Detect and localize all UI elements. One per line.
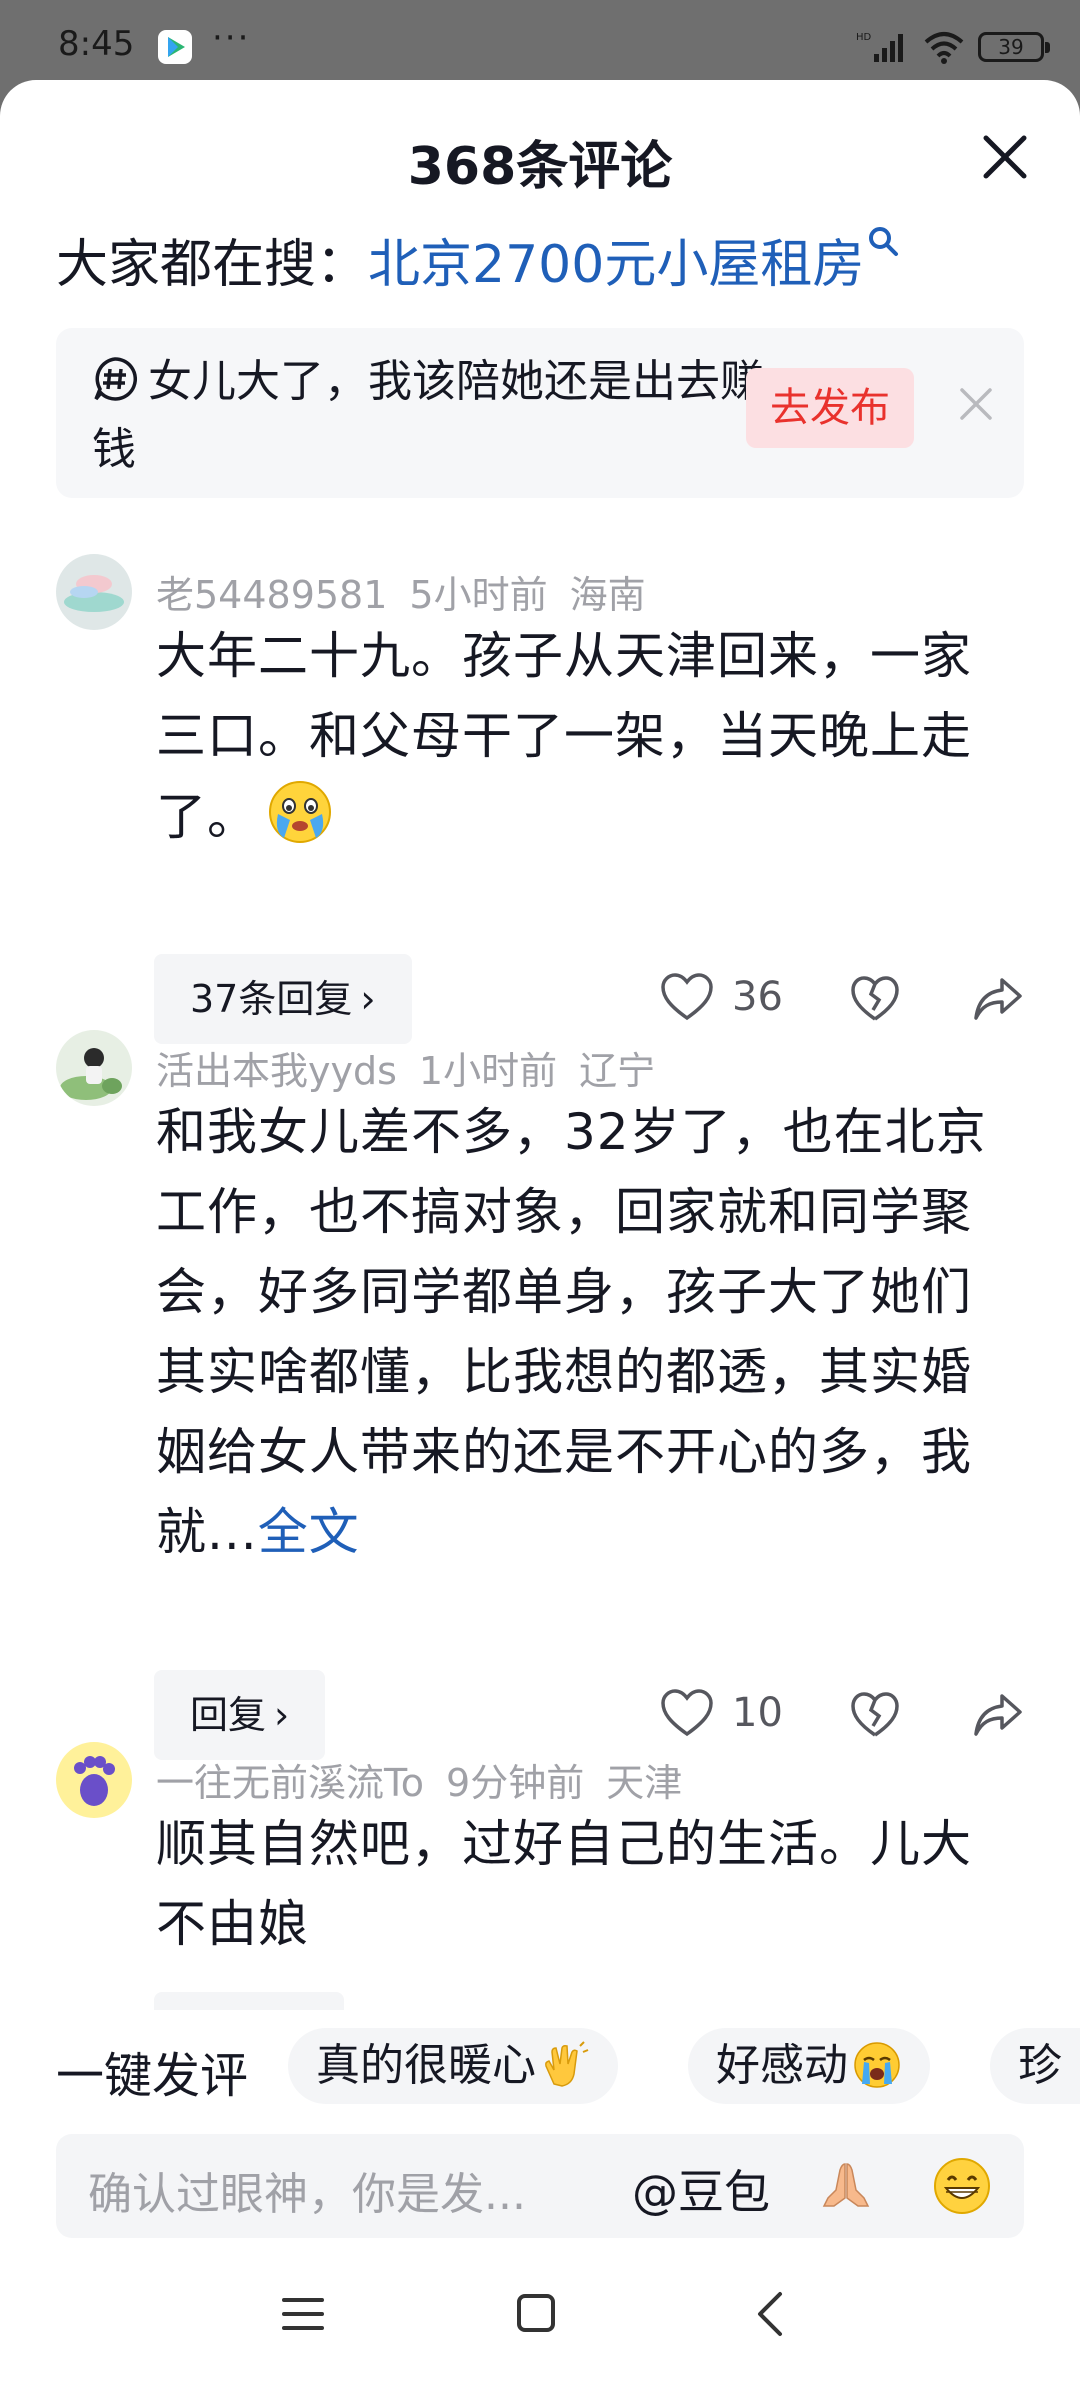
comment-meta: 活出本我yyds 1小时前 辽宁	[156, 1040, 677, 1095]
chevron-right-icon: ›	[360, 977, 376, 1021]
trending-search-query[interactable]: 北京2700元小屋租房	[368, 235, 864, 295]
play-store-icon	[158, 30, 192, 64]
search-icon	[869, 227, 899, 256]
comment-input-placeholder[interactable]: 确认过眼神，你是发...	[88, 2158, 526, 2222]
comment-meta: 老54489581 5小时前 海南	[156, 564, 668, 619]
battery-icon: 39	[978, 32, 1050, 62]
avatar[interactable]	[56, 554, 132, 630]
chip-text: 好感动	[716, 2040, 848, 2091]
quick-comment-chip[interactable]: 真的很暖心	[288, 2028, 618, 2104]
system-nav-bar	[0, 2250, 1080, 2400]
trending-search-prefix: 大家都在搜：	[56, 235, 369, 295]
avatar[interactable]	[56, 1030, 132, 1106]
avatar[interactable]	[56, 1742, 132, 1818]
full-text-link[interactable]: 全文	[258, 1503, 360, 1561]
signal-icon: HD	[856, 32, 903, 62]
comment-time: 1小时前	[418, 1049, 558, 1093]
clapping-hands-icon	[545, 2041, 589, 2087]
comment-location: 海南	[569, 573, 646, 617]
comment-text-wrap: 大年二十九。孩子从天津回来，一家三口。和父母干了一架，当天晚上走了。	[156, 616, 1016, 857]
like-button[interactable]: 10	[660, 1688, 783, 1738]
comment-time: 9分钟前	[446, 1761, 585, 1805]
comment-meta: 一往无前溪流To 9分钟前 天津	[156, 1752, 704, 1807]
quick-comment-chip[interactable]: 好感动	[688, 2028, 930, 2104]
status-icons: HD 39	[856, 30, 1050, 64]
comment-location: 辽宁	[579, 1049, 656, 1093]
comment-user[interactable]: 老54489581	[156, 573, 387, 617]
quick-comment-bar: 一键发评 真的很暖心 好感动 珍	[0, 2010, 1080, 2130]
grinning-face-icon[interactable]	[932, 2156, 992, 2216]
heart-icon	[661, 973, 713, 1021]
comment-location: 天津	[606, 1761, 683, 1805]
menu-icon[interactable]	[280, 2294, 326, 2334]
comment-input[interactable]: 确认过眼神，你是发... @豆包	[56, 2134, 1024, 2238]
broken-heart-icon[interactable]	[850, 974, 900, 1024]
share-icon[interactable]	[972, 974, 1024, 1024]
broken-heart-icon[interactable]	[850, 1690, 900, 1740]
status-time: 8:45	[58, 24, 135, 64]
reply-label: 回复	[190, 1693, 267, 1737]
chip-text: 珍	[1018, 2040, 1062, 2091]
crying-face-icon	[269, 781, 331, 843]
close-icon[interactable]	[956, 384, 996, 424]
comment-user[interactable]: 活出本我yyds	[156, 1049, 397, 1093]
wifi-icon	[924, 32, 964, 64]
crying-face-icon	[854, 2042, 900, 2088]
comment-actions: 36	[660, 954, 1040, 1044]
topic-hash-icon	[94, 357, 138, 401]
like-count: 10	[732, 1690, 783, 1736]
close-icon[interactable]	[978, 130, 1032, 184]
comment-item: 一往无前溪流To 9分钟前 天津 顺其自然吧，过好自己的生活。儿大不由娘	[0, 1742, 1080, 2010]
comments-sheet: 368条评论 大家都在搜：北京2700元小屋租房 女儿大了，我该陪她还是出去赚钱…	[0, 80, 1080, 2400]
comment-text-wrap: 和我女儿差不多，32岁了，也在北京工作，也不搞对象，回家就和同学聚会，好多同学都…	[156, 1092, 1016, 1572]
topic-text-wrap: 女儿大了，我该陪她还是出去赚钱	[92, 348, 772, 484]
status-bar: 8:45 ··· HD 39	[0, 0, 1080, 80]
comment-text-wrap: 顺其自然吧，过好自己的生活。儿大不由娘	[156, 1804, 1016, 1964]
share-icon[interactable]	[972, 1690, 1024, 1740]
trending-search[interactable]: 大家都在搜：北京2700元小屋租房	[56, 222, 902, 297]
chip-text: 真的很暖心	[316, 2040, 536, 2091]
publish-button[interactable]: 去发布	[746, 368, 914, 448]
quick-comment-label: 一键发评	[56, 2048, 249, 2104]
topic-text: 女儿大了，我该陪她还是出去赚钱	[92, 356, 764, 475]
mention-doubao-button[interactable]: @豆包	[632, 2156, 770, 2222]
like-button[interactable]: 36	[660, 972, 783, 1022]
comment-text: 顺其自然吧，过好自己的生活。儿大不由娘	[156, 1815, 972, 1953]
comment-text: 和我女儿差不多，32岁了，也在北京工作，也不搞对象，回家就和同学聚会，好多同学都…	[156, 1103, 987, 1561]
sheet-title: 368条评论	[407, 137, 673, 197]
like-count: 36	[732, 974, 783, 1020]
view-replies-label: 37条回复	[190, 977, 353, 1021]
heart-icon	[661, 1689, 713, 1737]
svg-text:HD: HD	[856, 32, 872, 43]
more-notifications: ···	[212, 18, 251, 58]
reply-button[interactable]	[154, 1992, 344, 2010]
topic-card[interactable]: 女儿大了，我该陪她还是出去赚钱 去发布	[56, 328, 1024, 498]
quick-comment-chip[interactable]: 珍	[990, 2028, 1080, 2104]
home-square-icon[interactable]	[516, 2292, 556, 2334]
praying-hands-icon[interactable]	[818, 2158, 874, 2214]
view-replies-button[interactable]: 37条回复 ›	[154, 954, 412, 1044]
comment-user[interactable]: 一往无前溪流To	[156, 1761, 424, 1805]
back-chevron-icon[interactable]	[752, 2290, 786, 2338]
comment-time: 5小时前	[409, 573, 548, 617]
